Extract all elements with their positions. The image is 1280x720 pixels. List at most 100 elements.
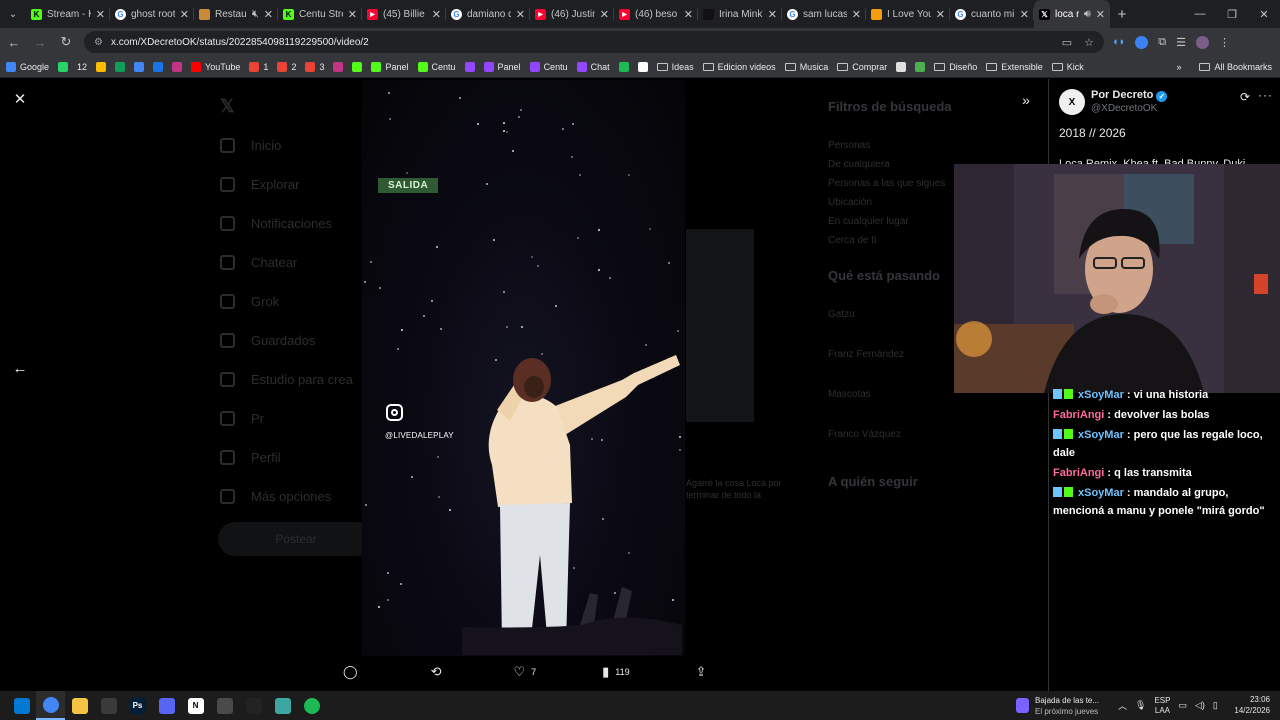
bookmark-item[interactable]: Panel: [483, 61, 521, 72]
bookmark-item[interactable]: [172, 61, 183, 72]
close-tab-icon[interactable]: ✕: [852, 8, 861, 21]
close-tab-icon[interactable]: ✕: [600, 8, 609, 21]
close-tab-icon[interactable]: ✕: [264, 8, 273, 21]
new-tab-button[interactable]: +: [1110, 6, 1134, 23]
browser-tab[interactable]: K Stream - K ✕: [26, 0, 110, 28]
bookmark-item[interactable]: Comprar: [837, 62, 887, 72]
video-player[interactable]: SALIDA @LIVEDALEPLAY: [362, 80, 685, 656]
menu-kebab-icon[interactable]: ⋮: [1219, 36, 1230, 49]
close-tab-icon[interactable]: ✕: [936, 8, 945, 21]
chat-username[interactable]: xSoyMar: [1078, 487, 1124, 499]
bookmark-item[interactable]: Kick: [1051, 62, 1084, 72]
browser-tab[interactable]: ▶ (45) Billie ✕: [362, 0, 446, 28]
browser-tab[interactable]: 𝕏loca re 🔊︎ ✕: [1034, 0, 1110, 28]
browser-tab[interactable]: K Centu Stre ✕: [278, 0, 362, 28]
close-tab-icon[interactable]: ✕: [768, 8, 777, 21]
language-indicator[interactable]: ESP LAA: [1154, 696, 1170, 716]
site-info-icon[interactable]: ⚙: [94, 37, 103, 48]
views-button[interactable]: ▮ 119: [602, 664, 630, 680]
taskbar-app[interactable]: [268, 691, 297, 720]
bookmark-star-icon[interactable]: ☆: [1084, 36, 1094, 49]
bookmark-item[interactable]: YouTube: [191, 61, 240, 72]
bookmark-item[interactable]: Diseño: [934, 62, 977, 72]
browser-tab[interactable]: Irina Mink ✕: [698, 0, 782, 28]
expand-sidebar-icon[interactable]: »: [1017, 91, 1035, 109]
browser-tab[interactable]: Gcuanto mi ✕: [950, 0, 1034, 28]
bookmark-item[interactable]: Google: [6, 61, 49, 72]
bookmark-item[interactable]: [153, 61, 164, 72]
taskbar-app[interactable]: [239, 691, 268, 720]
taskbar-app[interactable]: [65, 691, 94, 720]
browser-tab[interactable]: ▶ (46) Justin ✕: [530, 0, 614, 28]
browser-tab[interactable]: Gdamiano d ✕: [446, 0, 530, 28]
bookmark-item[interactable]: [58, 61, 69, 72]
browser-tab[interactable]: Restau 🔇︎ ✕: [194, 0, 278, 28]
taskbar-app[interactable]: Ps: [123, 691, 152, 720]
taskbar-app[interactable]: [94, 691, 123, 720]
forward-icon[interactable]: →: [28, 30, 52, 54]
browser-tab[interactable]: Gsam lucas ✕: [782, 0, 866, 28]
cast-icon[interactable]: ▭: [1062, 36, 1072, 49]
clock[interactable]: 23:06 14/2/2026: [1234, 694, 1270, 716]
bookmark-item[interactable]: Edicion videos: [702, 62, 776, 72]
taskbar-app[interactable]: [210, 691, 239, 720]
tab-groups-icon[interactable]: ☰: [1176, 36, 1186, 49]
bookmark-item[interactable]: [333, 61, 344, 72]
restore-icon[interactable]: ❐: [1216, 0, 1248, 28]
muted-icon[interactable]: 🔇︎: [252, 8, 259, 21]
share-button[interactable]: ⇪: [696, 664, 707, 680]
browser-tab[interactable]: I Love You ✕: [866, 0, 950, 28]
bookmark-item[interactable]: [134, 61, 145, 72]
taskbar-app[interactable]: N: [181, 691, 210, 720]
chat-username[interactable]: xSoyMar: [1078, 429, 1124, 441]
taskbar-app[interactable]: [7, 691, 36, 720]
close-tab-icon[interactable]: ✕: [180, 8, 189, 21]
tab-search-icon[interactable]: ⌄: [0, 0, 26, 28]
grok-icon[interactable]: ⟳: [1240, 90, 1250, 104]
audio-extension-icon[interactable]: ◖◗: [1112, 36, 1125, 48]
bookmark-item[interactable]: 3: [305, 61, 324, 72]
bookmarks-overflow-icon[interactable]: »: [1176, 62, 1181, 72]
microphone-icon[interactable]: 🎙︎: [1135, 700, 1146, 711]
bookmark-item[interactable]: Centu: [529, 61, 568, 72]
bookmark-item[interactable]: [464, 61, 475, 72]
more-options-icon[interactable]: ···: [1258, 88, 1273, 102]
chat-username[interactable]: FabriAngi: [1053, 409, 1104, 421]
previous-media-icon[interactable]: ←: [11, 359, 29, 377]
close-tab-icon[interactable]: ✕: [1096, 8, 1105, 21]
bookmark-item[interactable]: 1: [249, 61, 268, 72]
author-name[interactable]: Por Decreto ✓: [1091, 89, 1168, 102]
bookmark-item[interactable]: Centu: [417, 61, 456, 72]
audio-playing-icon[interactable]: 🔊︎: [1084, 8, 1091, 21]
browser-tab[interactable]: ▶ (46) beso ✕: [614, 0, 698, 28]
close-window-icon[interactable]: ✕: [1248, 0, 1280, 28]
taskbar-notification[interactable]: Bajada de las te... El próximo jueves: [1016, 691, 1099, 720]
bookmark-item[interactable]: Chat: [576, 61, 610, 72]
bookmark-item[interactable]: [618, 61, 629, 72]
close-tab-icon[interactable]: ✕: [348, 8, 357, 21]
close-tab-icon[interactable]: ✕: [432, 8, 441, 21]
bookmark-item[interactable]: Ideas: [656, 62, 694, 72]
bookmark-item[interactable]: [352, 61, 363, 72]
reply-button[interactable]: ◯: [343, 664, 358, 680]
extensions-puzzle-icon[interactable]: ⧉: [1158, 36, 1166, 49]
bookmark-item[interactable]: [896, 61, 907, 72]
profile-avatar-icon[interactable]: [1196, 35, 1210, 49]
close-tab-icon[interactable]: ✕: [96, 8, 105, 21]
author-handle[interactable]: @XDecretoOK: [1091, 103, 1157, 114]
taskbar-app[interactable]: [297, 691, 326, 720]
tray-chevron-icon[interactable]: ︿: [1118, 699, 1127, 712]
close-tab-icon[interactable]: ✕: [684, 8, 693, 21]
bookmark-item[interactable]: [115, 61, 126, 72]
bookmark-item[interactable]: 12: [77, 62, 87, 72]
bookmark-item[interactable]: [637, 61, 648, 72]
bookmark-item[interactable]: [96, 61, 107, 72]
taskbar-app[interactable]: [152, 691, 181, 720]
like-button[interactable]: ♡ 7: [513, 664, 536, 680]
bookmark-item[interactable]: Panel: [371, 61, 409, 72]
volume-icon[interactable]: ◁): [1195, 700, 1205, 711]
bookmark-item[interactable]: Extensible: [986, 62, 1043, 72]
chat-username[interactable]: xSoyMar: [1078, 389, 1124, 401]
chat-username[interactable]: FabriAngi: [1053, 467, 1104, 479]
all-bookmarks-folder[interactable]: All Bookmarks: [1199, 62, 1272, 72]
